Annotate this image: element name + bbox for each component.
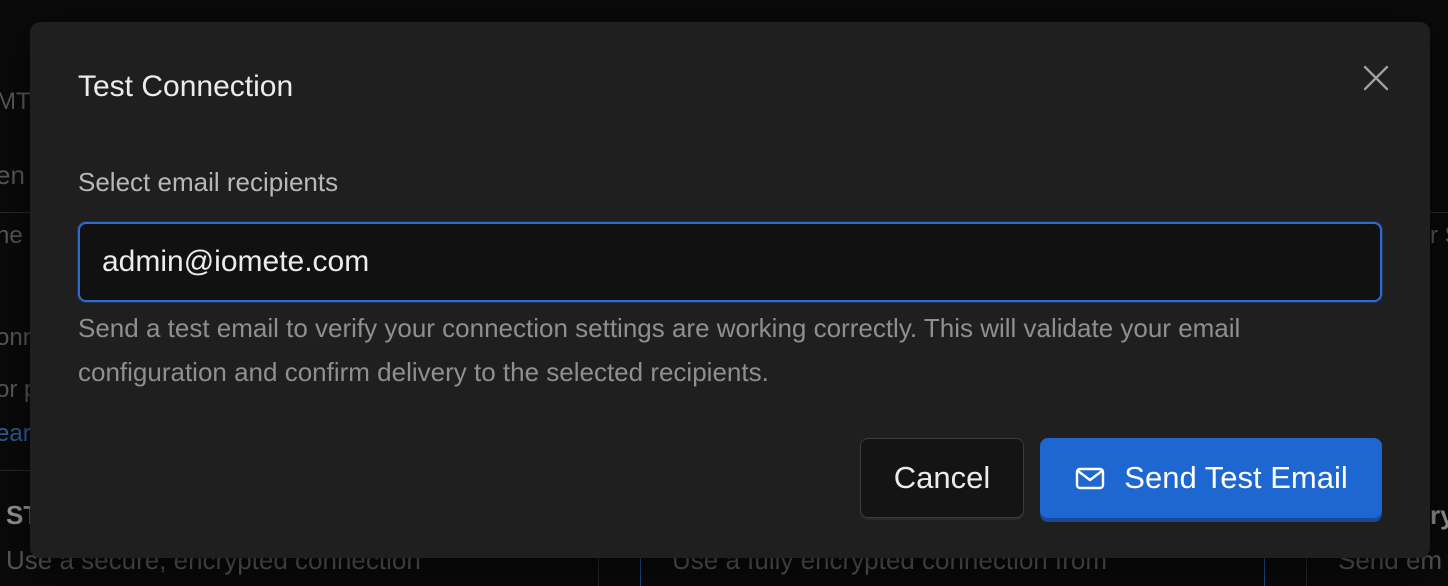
cancel-button-label: Cancel (893, 460, 991, 495)
bg-link-fragment: ear (0, 420, 31, 447)
bg-divider (0, 212, 30, 213)
close-button[interactable] (1360, 62, 1392, 94)
email-recipients-input[interactable] (78, 222, 1382, 302)
recipients-label: Select email recipients (78, 167, 339, 197)
close-icon (1362, 64, 1390, 92)
bg-text-fragment: ry (1430, 500, 1448, 530)
send-test-email-button[interactable]: Send Test Email (1040, 438, 1382, 518)
bg-divider (1430, 212, 1448, 213)
bg-text-fragment: MT (0, 88, 31, 115)
test-connection-dialog: Test Connection Select email recipients … (30, 22, 1430, 558)
bg-text-fragment: en (0, 160, 25, 190)
bg-text-fragment: r S (1430, 222, 1448, 249)
cancel-button[interactable]: Cancel (860, 438, 1024, 518)
bg-text-fragment: he (0, 222, 23, 249)
mail-icon (1074, 462, 1106, 494)
bg-divider (0, 470, 30, 471)
dialog-title: Test Connection (78, 70, 294, 103)
send-button-label: Send Test Email (1124, 460, 1348, 495)
help-text: Send a test email to verify your connect… (78, 313, 1241, 387)
